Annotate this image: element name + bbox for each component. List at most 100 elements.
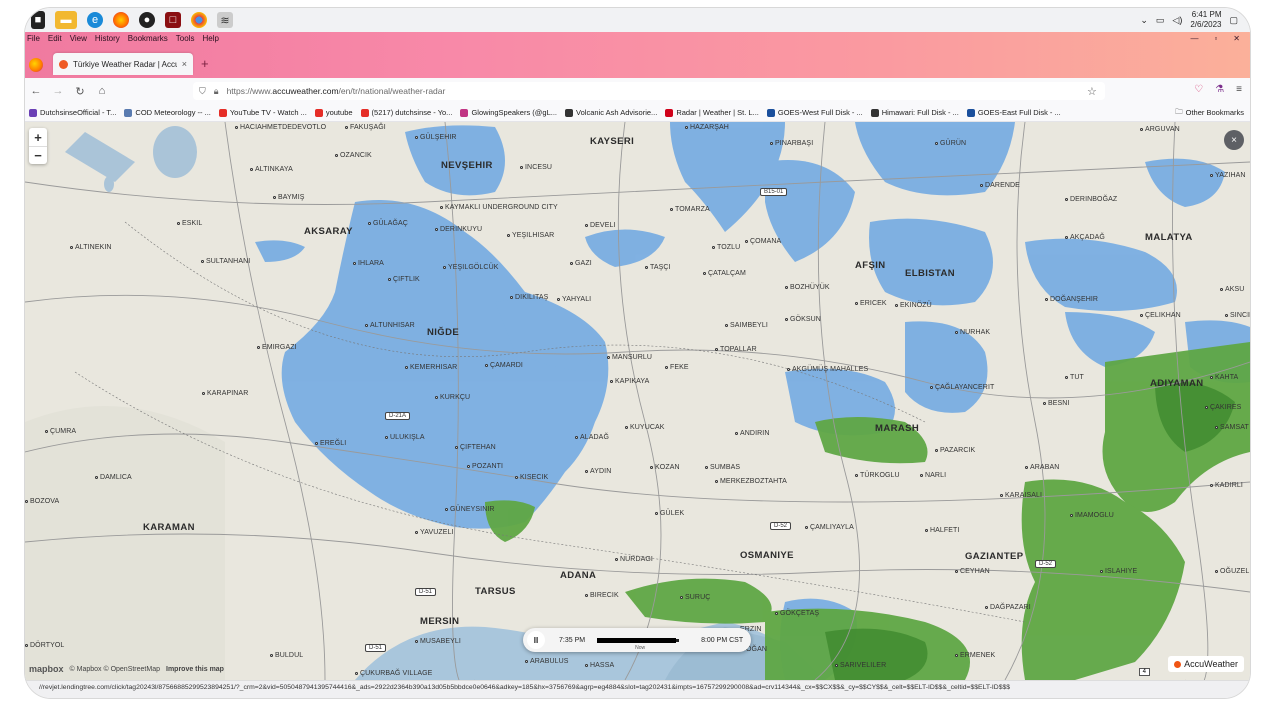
taskbar: ■ ▬ e ● □ ≋ ⌄ ▭ ◁) 6:41 PM 2/6/2023 ▢ <box>25 8 1250 32</box>
town-dot-icon <box>585 469 588 473</box>
town-dot-icon <box>785 285 788 289</box>
town-name: SUMBAS <box>710 464 741 471</box>
other-bookmarks[interactable]: 🗀︎ Other Bookmarks <box>1171 106 1250 119</box>
minimize-icon[interactable]: — <box>1190 34 1198 43</box>
firefox-icon[interactable] <box>113 12 129 28</box>
town-dot-icon <box>202 391 205 395</box>
town-dot-icon <box>345 125 348 129</box>
bookmark-item[interactable]: GOES-East Full Disk - ... <box>963 108 1065 117</box>
menu-edit[interactable]: Edit <box>48 34 62 43</box>
bookmark-item[interactable]: GlowingSpeakers (@gL... <box>456 108 561 117</box>
new-tab-button[interactable]: + <box>201 56 209 71</box>
zoom-in-button[interactable]: + <box>29 128 47 146</box>
maximize-icon[interactable]: ▫ <box>1214 34 1217 43</box>
extensions-icon[interactable]: ⚗ <box>1215 84 1224 95</box>
town-dot-icon <box>510 295 513 299</box>
town-name: MANSURLU <box>612 354 653 361</box>
bookmark-item[interactable]: Volcanic Ash Advisorie... <box>561 108 661 117</box>
bookmark-item[interactable]: Himawari: Full Disk - ... <box>867 108 963 117</box>
town-dot-icon <box>1210 483 1213 487</box>
volume-icon[interactable]: ◁) <box>1172 15 1182 26</box>
town-label: YEŞILGÖLCÜK <box>443 264 499 271</box>
forward-icon[interactable]: → <box>47 85 69 97</box>
edge-icon[interactable]: e <box>87 12 103 28</box>
town-label: ERICEK <box>855 300 887 307</box>
red-app-icon[interactable]: □ <box>165 12 181 28</box>
weather-radar-map[interactable]: KAYSERI MALATYA NIĞDE MARASH ADIYAMAN KARAMAN… <box>25 122 1250 680</box>
bookmark-item[interactable]: DutchsinseOfficial - T... <box>25 108 120 117</box>
bookmark-item[interactable]: COD Meteorology -- ... <box>120 108 214 117</box>
town-dot-icon <box>455 445 458 449</box>
town-label: AKSU <box>1220 286 1244 293</box>
file-explorer-icon[interactable]: ▬ <box>55 11 77 29</box>
town-name: SULTANHANI <box>206 258 251 265</box>
town-dot-icon <box>985 605 988 609</box>
chrome-icon[interactable] <box>191 12 207 28</box>
tab-close-icon[interactable]: × <box>182 59 187 69</box>
bookmark-label: Himawari: Full Disk - ... <box>881 108 959 117</box>
town-label: KEMERHISAR <box>405 364 457 371</box>
town-label: GAZI <box>570 260 592 267</box>
menu-tools[interactable]: Tools <box>176 34 195 43</box>
attribution-text[interactable]: © Mapbox © OpenStreetMap <box>70 666 160 673</box>
clock[interactable]: 6:41 PM 2/6/2023 <box>1190 10 1221 30</box>
town-label: SAIMBEYLI <box>725 322 768 329</box>
start-icon[interactable]: ■ <box>31 11 45 29</box>
pause-button[interactable]: II <box>527 631 545 649</box>
menu-hamburger-icon[interactable]: ≡ <box>1236 84 1242 95</box>
bookmark-item[interactable]: GOES-West Full Disk - ... <box>763 108 867 117</box>
town-label: INCESU <box>520 164 552 171</box>
town-dot-icon <box>388 277 391 281</box>
firefox-logo-icon[interactable] <box>29 58 43 72</box>
tab-accuweather[interactable]: Türkiye Weather Radar | AccuWe × <box>53 53 193 75</box>
network-status-icon[interactable]: ▭ <box>1156 15 1165 26</box>
town-label: ÇAĞLAYANCERIT <box>930 384 994 391</box>
app-icon[interactable]: ● <box>139 12 155 28</box>
menu-file[interactable]: File <box>27 34 40 43</box>
player-timeline[interactable]: Now <box>597 637 680 651</box>
town-dot-icon <box>705 465 708 469</box>
bookmark-item[interactable]: YouTube TV - Watch ... <box>215 108 311 117</box>
back-icon[interactable]: ← <box>25 85 47 97</box>
town-dot-icon <box>835 663 838 667</box>
window-close-icon[interactable]: ✕ <box>1233 34 1240 43</box>
player-progress[interactable] <box>597 637 676 643</box>
town-label: MUSABEYLI <box>415 638 461 645</box>
bookmark-item[interactable]: Radar | Weather | St. L... <box>661 108 763 117</box>
url-text[interactable]: https://www.accuweather.com/en/tr/nation… <box>227 86 446 96</box>
chevron-up-icon[interactable]: ⌄ <box>1140 15 1148 26</box>
bookmark-item[interactable]: youtube <box>311 108 357 117</box>
town-dot-icon <box>1215 569 1218 573</box>
town-name: NURHAK <box>960 329 991 336</box>
menu-bookmarks[interactable]: Bookmarks <box>128 34 168 43</box>
zoom-out-button[interactable]: − <box>29 146 47 164</box>
menu-help[interactable]: Help <box>202 34 218 43</box>
town-dot-icon <box>1065 197 1068 201</box>
town-label: TOMARZA <box>670 206 710 213</box>
reload-icon[interactable]: ↻ <box>69 85 91 98</box>
lock-icon[interactable]: 🔒︎ <box>214 86 219 97</box>
city-label: AKSARAY <box>304 226 353 237</box>
notification-icon[interactable]: ▢ <box>1229 15 1238 26</box>
bookmark-favicon-icon <box>870 108 879 117</box>
improve-map-link[interactable]: Improve this map <box>166 666 224 673</box>
bookmark-star-icon[interactable]: ☆ <box>1087 85 1097 98</box>
map-close-button[interactable]: × <box>1224 130 1244 150</box>
accuweather-brand[interactable]: AccuWeather <box>1168 656 1244 672</box>
menu-history[interactable]: History <box>95 34 120 43</box>
network-icon[interactable]: ≋ <box>217 12 233 28</box>
url-bar[interactable]: ⛉ 🔒︎ https://www.accuweather.com/en/tr/n… <box>193 82 1105 100</box>
town-label: KAPIKAYA <box>610 378 649 385</box>
town-name: DAMLICA <box>100 474 132 481</box>
pocket-icon[interactable]: ♡ <box>1194 84 1203 95</box>
bookmark-item[interactable]: (5217) dutchsinse - Yo... <box>357 108 457 117</box>
town-name: TOPALLAR <box>720 346 757 353</box>
town-dot-icon <box>25 643 28 647</box>
town-dot-icon <box>585 663 588 667</box>
home-icon[interactable]: ⌂ <box>91 85 113 97</box>
shield-icon[interactable]: ⛉ <box>199 86 206 97</box>
town-label: SAMSAT <box>1215 424 1249 431</box>
town-dot-icon <box>770 141 773 145</box>
mapbox-logo[interactable]: mapbox <box>29 664 64 674</box>
menu-view[interactable]: View <box>70 34 87 43</box>
